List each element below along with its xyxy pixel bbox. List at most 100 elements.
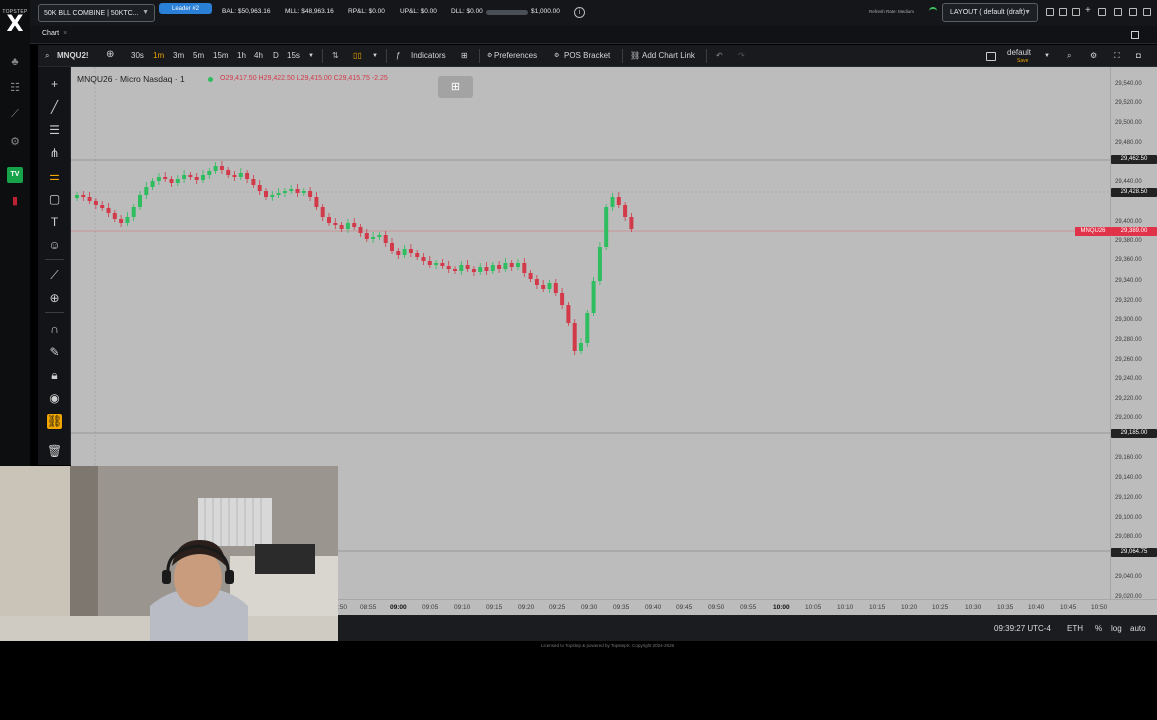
price-level-tag[interactable]: 29,389.00 bbox=[1111, 227, 1157, 236]
add-icon[interactable]: + bbox=[1085, 6, 1093, 16]
candle[interactable] bbox=[490, 265, 495, 271]
candle[interactable] bbox=[478, 267, 483, 272]
time-axis[interactable]: :50 08:55 09:00 09:05 09:10 09:15 09:20 09:25 09… bbox=[338, 599, 1157, 615]
candle[interactable] bbox=[390, 243, 394, 251]
auto-toggle[interactable]: auto bbox=[1130, 624, 1146, 633]
candle[interactable] bbox=[100, 205, 105, 208]
candle[interactable] bbox=[150, 181, 155, 187]
lock-icon[interactable]: 🔒︎ bbox=[47, 368, 62, 383]
bookmark-icon[interactable]: ▮ bbox=[7, 194, 23, 208]
tradingview-icon[interactable]: TV bbox=[7, 167, 23, 183]
window-icon[interactable] bbox=[1129, 8, 1137, 16]
candle[interactable] bbox=[484, 267, 489, 271]
candle[interactable] bbox=[314, 197, 319, 207]
pitchfork-icon[interactable]: ⋔ bbox=[47, 146, 62, 161]
timeframe-15m[interactable]: 15m bbox=[213, 51, 229, 60]
timeframe-1h[interactable]: 1h bbox=[237, 51, 246, 60]
maximize-icon[interactable] bbox=[1131, 31, 1139, 39]
candle[interactable] bbox=[213, 166, 218, 171]
link-icon[interactable]: ⛓ bbox=[630, 51, 640, 60]
candle[interactable] bbox=[383, 235, 388, 243]
candle[interactable] bbox=[301, 191, 306, 193]
candle[interactable] bbox=[629, 217, 634, 229]
lock-icon[interactable] bbox=[1046, 8, 1054, 16]
timeframe-15s[interactable]: 15s bbox=[287, 51, 300, 60]
candle[interactable] bbox=[371, 237, 376, 239]
redo-icon[interactable]: ↷ bbox=[738, 51, 745, 60]
candle[interactable] bbox=[282, 191, 287, 193]
chevron-down-icon[interactable]: ▼ bbox=[308, 53, 314, 59]
candle[interactable] bbox=[516, 263, 520, 267]
candle[interactable] bbox=[188, 175, 193, 177]
fib-icon[interactable]: ☰ bbox=[47, 123, 62, 138]
percent-toggle[interactable]: % bbox=[1095, 624, 1102, 633]
close-icon[interactable]: × bbox=[63, 30, 67, 37]
candle[interactable] bbox=[503, 263, 508, 269]
leader-badge[interactable]: Leader #2 bbox=[159, 3, 212, 14]
symbol-search[interactable]: MNQU2! bbox=[57, 51, 89, 60]
compare-icon[interactable]: ⇅ bbox=[332, 51, 339, 60]
camera-icon[interactable]: ◘ bbox=[1136, 51, 1141, 60]
candle[interactable] bbox=[169, 179, 174, 183]
candle[interactable] bbox=[270, 195, 275, 197]
timeframe-5m[interactable]: 5m bbox=[193, 51, 204, 60]
clock[interactable]: 09:39:27 UTC-4 bbox=[994, 624, 1051, 633]
candle[interactable] bbox=[616, 197, 621, 205]
candle[interactable] bbox=[408, 249, 413, 253]
candle[interactable] bbox=[339, 225, 344, 229]
candle[interactable] bbox=[572, 323, 577, 351]
candle[interactable] bbox=[358, 227, 363, 233]
indicators-icon[interactable]: ƒ bbox=[396, 51, 400, 60]
floating-toolbar-button[interactable]: ⊞ bbox=[438, 76, 473, 98]
fullscreen-icon[interactable]: ⛶ bbox=[1114, 51, 1120, 61]
timeframe-30s[interactable]: 30s bbox=[131, 51, 144, 60]
candle[interactable] bbox=[440, 263, 445, 266]
candle[interactable] bbox=[245, 173, 250, 179]
candle[interactable] bbox=[320, 207, 325, 217]
candle[interactable] bbox=[163, 177, 168, 179]
candle[interactable] bbox=[194, 177, 199, 180]
preferences-button[interactable]: Preferences bbox=[494, 51, 537, 60]
candle-type-icon[interactable]: ▯▯ bbox=[353, 51, 362, 60]
timeframe-4h[interactable]: 4h bbox=[254, 51, 263, 60]
shapes-icon[interactable]: ▢ bbox=[47, 192, 62, 207]
candle[interactable] bbox=[597, 247, 602, 281]
candle[interactable] bbox=[427, 261, 432, 265]
zoom-icon[interactable]: ⊕ bbox=[47, 291, 62, 306]
pencil-icon[interactable]: ✎ bbox=[47, 345, 62, 360]
candle[interactable] bbox=[345, 223, 350, 229]
delete-icon[interactable] bbox=[1072, 8, 1080, 16]
tab-chart[interactable]: Chart × bbox=[42, 30, 67, 37]
candle[interactable] bbox=[465, 265, 470, 269]
candle[interactable] bbox=[591, 281, 596, 313]
candle[interactable] bbox=[364, 233, 369, 239]
candle[interactable] bbox=[547, 283, 552, 289]
eye-icon[interactable]: ◉ bbox=[47, 391, 62, 406]
text-icon[interactable]: T bbox=[47, 215, 62, 230]
template-save[interactable]: Save bbox=[1017, 58, 1028, 64]
candle[interactable] bbox=[434, 263, 439, 265]
fullscreen-icon[interactable] bbox=[1143, 8, 1151, 16]
log-toggle[interactable]: log bbox=[1111, 624, 1122, 633]
timeframe-3m[interactable]: 3m bbox=[173, 51, 184, 60]
account-selector[interactable]: 50K BLL COMBINE | 50KTC... ▼ bbox=[38, 4, 155, 22]
candle[interactable] bbox=[471, 269, 476, 272]
price-level-tag[interactable]: 29,428.50 bbox=[1111, 188, 1157, 197]
add-chart-link-button[interactable]: Add Chart Link bbox=[642, 51, 695, 60]
session-toggle[interactable]: ETH bbox=[1067, 624, 1083, 633]
candle[interactable] bbox=[579, 343, 583, 351]
undo-icon[interactable] bbox=[1098, 8, 1106, 16]
candle[interactable] bbox=[509, 263, 514, 267]
candle[interactable] bbox=[295, 189, 300, 193]
candle[interactable] bbox=[522, 263, 527, 273]
candle[interactable] bbox=[541, 285, 546, 289]
trend-icon[interactable]: ⟋ bbox=[8, 108, 22, 120]
chevron-down-icon[interactable]: ▼ bbox=[1044, 53, 1050, 59]
candle[interactable] bbox=[119, 219, 124, 223]
candle[interactable] bbox=[289, 189, 294, 191]
analytics-icon[interactable]: ☷ bbox=[8, 82, 22, 94]
gear-icon[interactable]: ⚙ bbox=[554, 52, 559, 59]
candle[interactable] bbox=[257, 185, 262, 191]
candle[interactable] bbox=[308, 191, 313, 197]
candle[interactable] bbox=[333, 223, 338, 225]
